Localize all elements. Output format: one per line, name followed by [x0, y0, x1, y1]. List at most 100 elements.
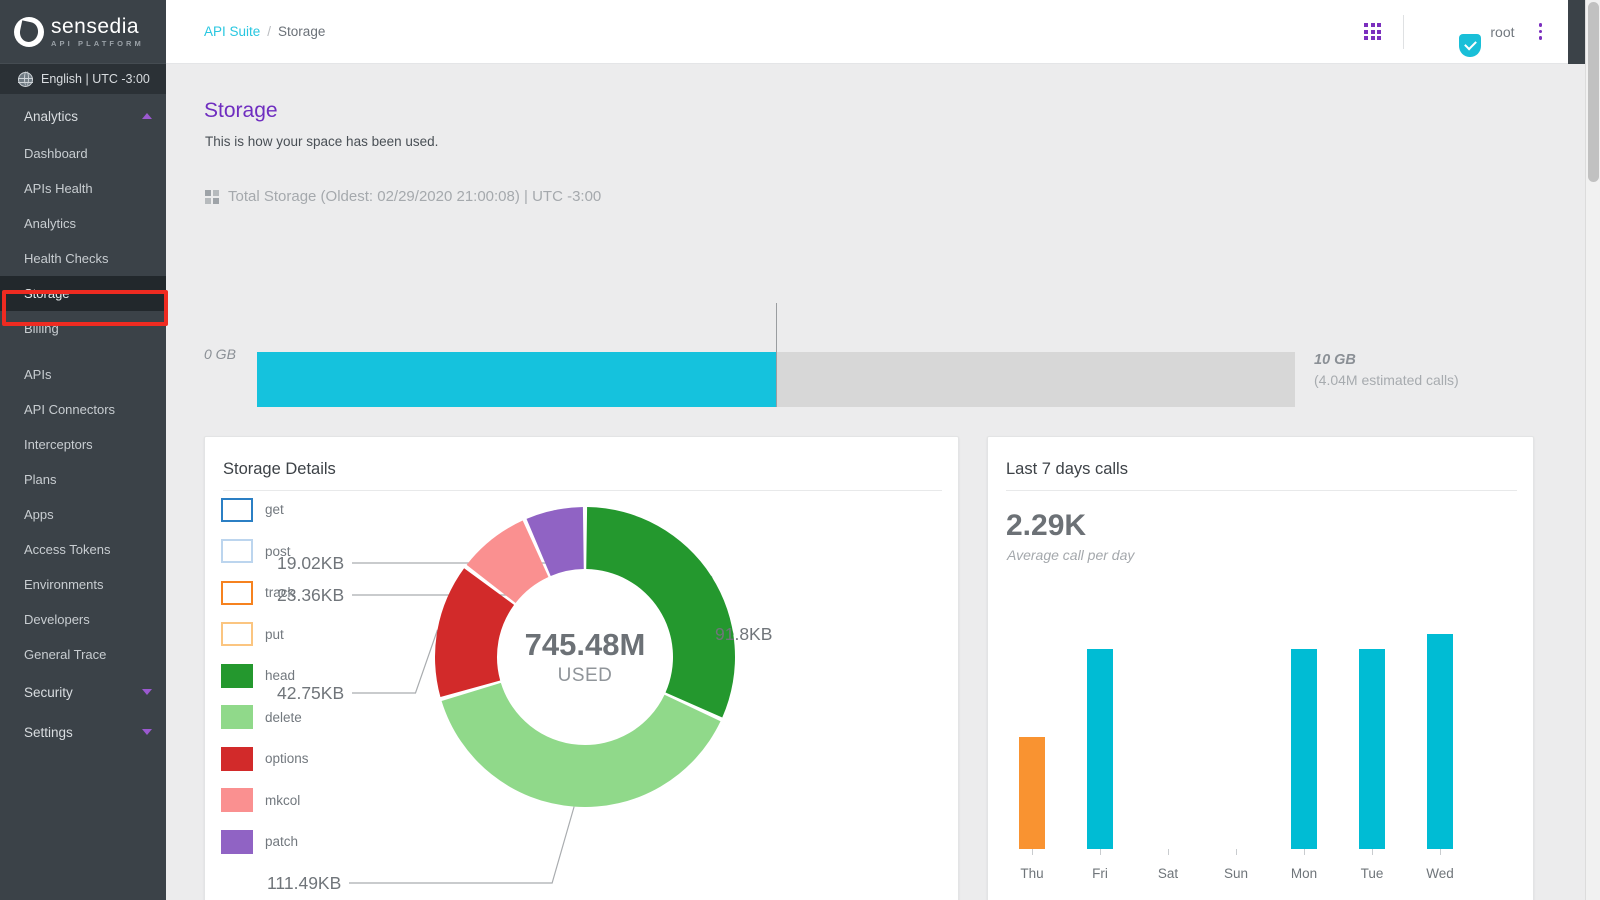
legend-item-label: head: [265, 668, 295, 683]
legend-item-label: get: [265, 502, 284, 517]
breadcrumb-link-api-suite[interactable]: API Suite: [204, 24, 260, 39]
bar-column[interactable]: [1019, 737, 1045, 849]
more-options-icon[interactable]: [1539, 23, 1543, 40]
storage-details-legend: getposttrackputheaddeleteoptionsmkcolpat…: [221, 489, 309, 863]
bar-tue[interactable]: [1359, 649, 1385, 849]
app-root: sensedia API PLATFORM English | UTC -3:0…: [0, 0, 1600, 900]
sidebar-item-plans[interactable]: Plans: [0, 462, 166, 497]
legend-swatch-icon: [221, 539, 253, 563]
donut-callout-mkcol: 23.36KB: [277, 585, 344, 606]
sidebar-item-apis-health[interactable]: APIs Health: [0, 171, 166, 206]
grid-icon: [205, 190, 219, 204]
sidebar-item-access-tokens[interactable]: Access Tokens: [0, 532, 166, 567]
legend-swatch-icon: [221, 830, 253, 854]
last-7-days-bar-chart[interactable]: ThuFriSatSunMonTueWed: [1004, 587, 1519, 897]
scrollbar-thumb[interactable]: [1588, 2, 1599, 182]
main-content: Storage This is how your space has been …: [166, 64, 1568, 900]
bar-thu[interactable]: [1019, 737, 1045, 849]
brand-logo-area[interactable]: sensedia API PLATFORM: [0, 0, 166, 64]
storage-capacity-labels: 10 GB (4.04M estimated calls): [1314, 352, 1459, 388]
bar-fri[interactable]: [1087, 649, 1113, 849]
storage-donut-chart[interactable]: 745.48M USED: [435, 507, 735, 807]
storage-axis-min-label: 0 GB: [204, 346, 236, 362]
page-scrollbar[interactable]: [1585, 0, 1600, 900]
sidebar-group-settings-label: Settings: [24, 725, 73, 740]
legend-item-label: patch: [265, 834, 298, 849]
x-axis-label: Tue: [1349, 866, 1395, 881]
nav-spacer: [0, 346, 166, 357]
legend-item[interactable]: options: [221, 738, 309, 780]
language-selector[interactable]: English | UTC -3:00: [0, 64, 166, 94]
sidebar-item-label: Analytics: [24, 216, 76, 231]
sidebar-group-analytics[interactable]: Analytics: [0, 96, 166, 136]
sidebar-item-general-trace[interactable]: General Trace: [0, 637, 166, 672]
sidebar-item-label: Access Tokens: [24, 542, 110, 557]
bar-wed[interactable]: [1427, 634, 1453, 849]
leader-line-options: [352, 630, 437, 693]
donut-slice-head[interactable]: [586, 507, 735, 717]
sidebar-item-label: API Connectors: [24, 402, 115, 417]
sidebar-item-apis[interactable]: APIs: [0, 357, 166, 392]
section-header-label: Total Storage (Oldest: 02/29/2020 21:00:…: [228, 188, 601, 205]
sidebar-item-label: Interceptors: [24, 437, 93, 452]
bar-column[interactable]: [1291, 649, 1317, 849]
x-axis-label: Sun: [1213, 866, 1259, 881]
storage-details-title: Storage Details: [223, 460, 336, 479]
bar-mon[interactable]: [1291, 649, 1317, 849]
sidebar-group-security[interactable]: Security: [0, 672, 166, 712]
legend-item[interactable]: patch: [221, 821, 309, 863]
legend-swatch-icon: [221, 581, 253, 605]
chevron-down-icon: [142, 729, 152, 735]
storage-bar-fill: [257, 352, 776, 407]
card-divider: [223, 490, 942, 491]
storage-estimated-calls-label: (4.04M estimated calls): [1314, 372, 1459, 388]
sidebar-item-interceptors[interactable]: Interceptors: [0, 427, 166, 462]
storage-bar-tick: [776, 303, 777, 407]
donut-slice-delete[interactable]: [442, 683, 721, 807]
brand-subtitle: API PLATFORM: [51, 40, 144, 48]
x-axis-tick: [1100, 849, 1101, 855]
bar-column[interactable]: [1359, 649, 1385, 849]
sidebar-item-dashboard[interactable]: Dashboard: [0, 136, 166, 171]
bar-column[interactable]: [1087, 649, 1113, 849]
brand-name: sensedia: [51, 16, 144, 37]
x-axis-label: Mon: [1281, 866, 1327, 881]
sidebar-item-storage[interactable]: Storage: [0, 276, 166, 311]
legend-item[interactable]: put: [221, 614, 309, 656]
sidebar-item-label: Storage: [24, 286, 70, 301]
donut-callout-options: 42.75KB: [277, 683, 344, 704]
sidebar-item-analytics[interactable]: Analytics: [0, 206, 166, 241]
bar-column[interactable]: [1427, 634, 1453, 849]
x-axis-tick: [1032, 849, 1033, 855]
sidebar-item-label: Apps: [24, 507, 54, 522]
topbar: API Suite / Storage root: [166, 0, 1568, 64]
legend-swatch-icon: [221, 622, 253, 646]
sidebar-item-health-checks[interactable]: Health Checks: [0, 241, 166, 276]
legend-item[interactable]: mkcol: [221, 780, 309, 822]
legend-item-label: options: [265, 751, 309, 766]
avatar[interactable]: [1430, 8, 1477, 55]
language-label: English | UTC -3:00: [41, 72, 150, 86]
sidebar-item-environments[interactable]: Environments: [0, 567, 166, 602]
x-axis-tick: [1372, 849, 1373, 855]
sidebar-item-label: Environments: [24, 577, 103, 592]
sidebar-group-settings[interactable]: Settings: [0, 712, 166, 752]
legend-item[interactable]: get: [221, 489, 309, 531]
legend-item-label: put: [265, 627, 284, 642]
apps-grid-icon[interactable]: [1364, 23, 1381, 40]
brand-text: sensedia API PLATFORM: [51, 16, 144, 48]
sidebar-item-label: Plans: [24, 472, 57, 487]
storage-details-card: Storage Details getposttrackputheaddelet…: [204, 436, 959, 900]
sidebar-item-developers[interactable]: Developers: [0, 602, 166, 637]
sidebar-item-billing[interactable]: Billing: [0, 311, 166, 346]
sidebar-item-api-connectors[interactable]: API Connectors: [0, 392, 166, 427]
x-axis-tick: [1168, 849, 1169, 855]
sidebar: sensedia API PLATFORM English | UTC -3:0…: [0, 0, 166, 900]
legend-swatch-icon: [221, 705, 253, 729]
storage-usage-bar: 0 GB 10 GB (4.04M estimated calls): [204, 289, 1534, 414]
sidebar-item-apps[interactable]: Apps: [0, 497, 166, 532]
average-calls-value: 2.29K: [1006, 509, 1086, 543]
legend-swatch-icon: [221, 498, 253, 522]
breadcrumb: API Suite / Storage: [166, 24, 325, 39]
sidebar-nav: Analytics Dashboard APIs Health Analytic…: [0, 94, 166, 752]
